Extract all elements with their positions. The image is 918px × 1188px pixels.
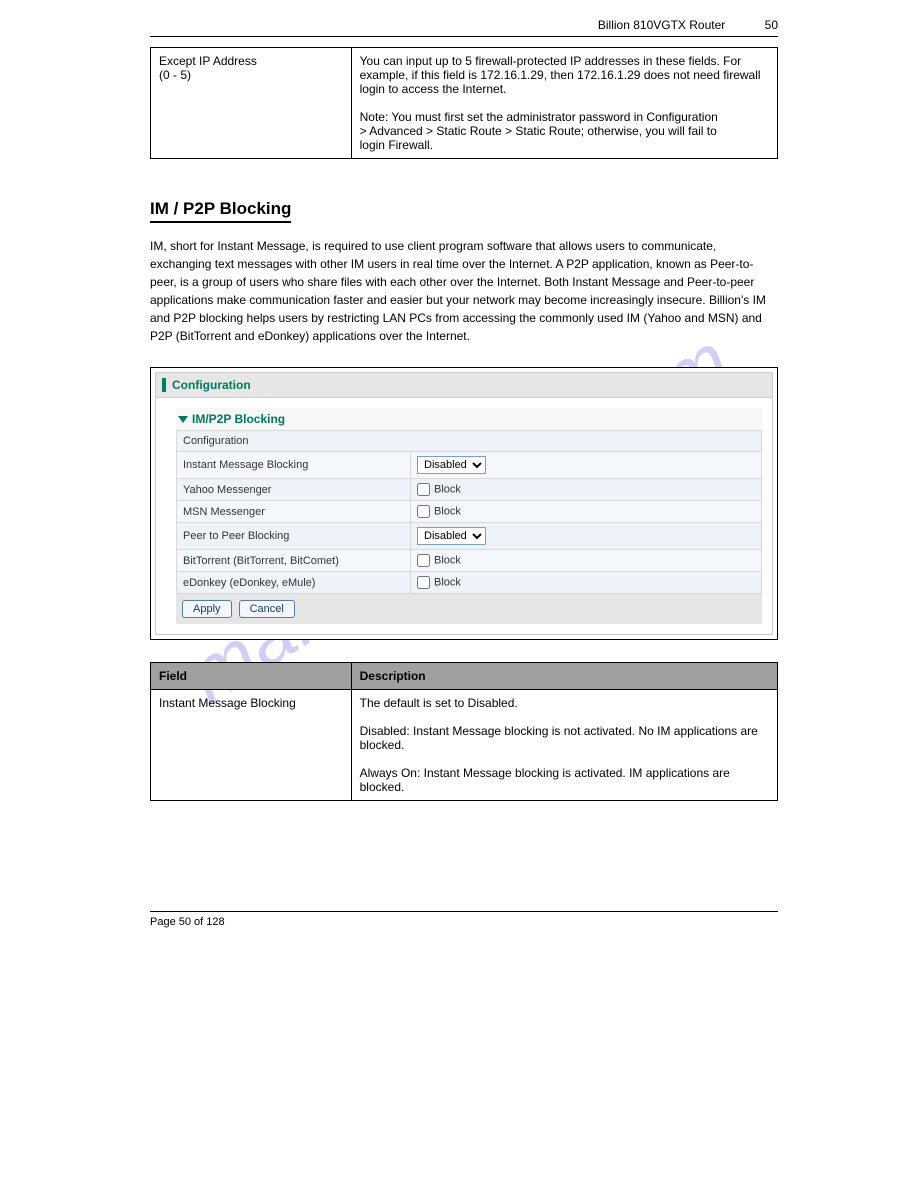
p2p-blocking-label: Peer to Peer Blocking: [177, 523, 411, 550]
fd-header-field: Field: [151, 663, 352, 690]
fd-row1-field: Instant Message Blocking: [151, 690, 352, 801]
p2p-blocking-select[interactable]: Disabled: [417, 527, 486, 545]
titlebar-spine-icon: [162, 378, 166, 392]
page-footer: Page 50 of 128: [150, 916, 778, 928]
bt-checkbox[interactable]: [417, 554, 430, 567]
config-table: Configuration Instant Message Blocking D…: [176, 430, 762, 594]
im-blocking-label: Instant Message Blocking: [177, 452, 411, 479]
header-page-number: 50: [765, 18, 778, 32]
ed-label: eDonkey (eDonkey, eMule): [177, 572, 411, 594]
button-row: Apply Cancel: [176, 594, 762, 624]
except-ip-label: Except IP Address (0 - 5): [151, 48, 352, 159]
section-paragraph-1: IM, short for Instant Message, is requir…: [150, 237, 778, 345]
ed-block-text: Block: [434, 576, 461, 588]
fd-row1-desc: The default is set to Disabled. Disabled…: [351, 690, 777, 801]
page-header: Billion 810VGTX Router 50: [0, 18, 778, 32]
field-description-table: Field Description Instant Message Blocki…: [150, 662, 778, 801]
config-subhead[interactable]: IM/P2P Blocking: [176, 408, 762, 430]
ed-checkbox[interactable]: [417, 576, 430, 589]
bt-cell: Block: [411, 550, 762, 572]
header-title: Billion 810VGTX Router: [598, 18, 725, 32]
apply-button[interactable]: Apply: [182, 600, 232, 618]
config-titlebar: Configuration: [156, 373, 772, 398]
config-subhead-text: IM/P2P Blocking: [192, 412, 285, 426]
cancel-button[interactable]: Cancel: [239, 600, 295, 618]
yahoo-checkbox[interactable]: [417, 483, 430, 496]
config-section-label: Configuration: [177, 431, 762, 452]
im-blocking-cell: Disabled: [411, 452, 762, 479]
bt-label: BitTorrent (BitTorrent, BitComet): [177, 550, 411, 572]
section-title: IM / P2P Blocking: [150, 199, 291, 223]
triangle-down-icon: [178, 416, 188, 423]
yahoo-label: Yahoo Messenger: [177, 479, 411, 501]
fd-header-desc: Description: [351, 663, 777, 690]
except-ip-desc: You can input up to 5 firewall-protected…: [351, 48, 777, 159]
yahoo-cell: Block: [411, 479, 762, 501]
footer-rule: [150, 911, 778, 912]
yahoo-block-text: Block: [434, 483, 461, 495]
config-title: Configuration: [172, 378, 251, 392]
p2p-blocking-cell: Disabled: [411, 523, 762, 550]
header-rule: [150, 36, 778, 37]
ed-cell: Block: [411, 572, 762, 594]
im-blocking-select[interactable]: Disabled: [417, 456, 486, 474]
msn-block-text: Block: [434, 505, 461, 517]
msn-cell: Block: [411, 501, 762, 523]
except-ip-table: Except IP Address (0 - 5) You can input …: [150, 47, 778, 159]
bt-block-text: Block: [434, 554, 461, 566]
msn-label: MSN Messenger: [177, 501, 411, 523]
config-screenshot: Configuration IM/P2P Blocking Configurat…: [150, 367, 778, 640]
msn-checkbox[interactable]: [417, 505, 430, 518]
